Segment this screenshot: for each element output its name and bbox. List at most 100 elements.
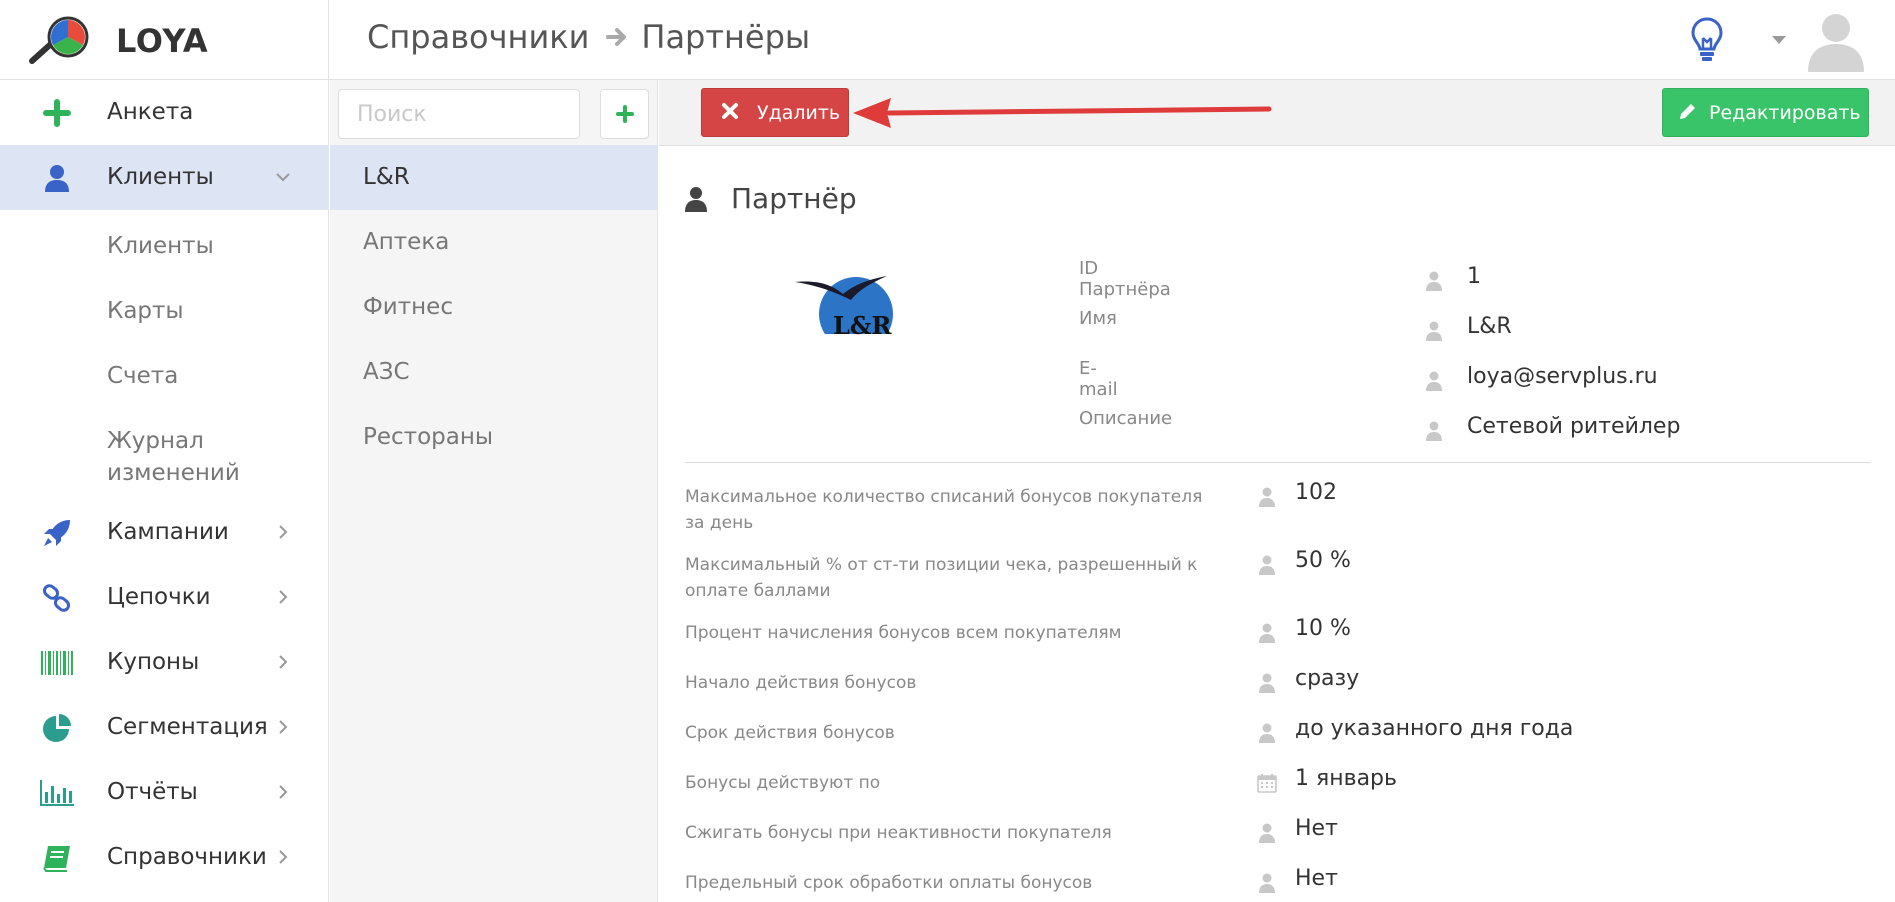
- setting-value: 1 январь: [1295, 766, 1397, 791]
- chevron-down-icon: [276, 173, 290, 182]
- sidebar-subitem-change-log[interactable]: Журнал изменений: [0, 405, 329, 500]
- edit-button[interactable]: Редактировать: [1662, 88, 1869, 137]
- field-value: loya@servplus.ru: [1467, 364, 1658, 389]
- list-item-label: Рестораны: [363, 424, 494, 450]
- setting-label: Максимальное количество списаний бонусов…: [685, 487, 1203, 533]
- sidebar-item-directories[interactable]: Справочники: [0, 825, 329, 890]
- field-value: L&R: [1467, 314, 1512, 339]
- book-icon: [40, 843, 74, 873]
- sidebar-item-label: Анкета: [107, 99, 194, 125]
- delete-button-label: Удалить: [757, 102, 841, 124]
- user-icon: [1426, 271, 1442, 291]
- field-label: E-mail: [1079, 358, 1118, 400]
- link-icon: [40, 583, 74, 613]
- setting-label: Максимальный % от ст-ти позиции чека, ра…: [685, 555, 1198, 601]
- sidebar-subitem-label: Счета: [107, 363, 179, 389]
- add-partner-button[interactable]: [600, 89, 649, 139]
- delete-button[interactable]: Удалить: [701, 88, 849, 137]
- breadcrumb: Справочники Партнёры: [367, 18, 810, 56]
- arrow-right-icon: [606, 28, 627, 46]
- setting-label: Сжигать бонусы при неактивности покупате…: [685, 823, 1112, 843]
- sidebar-item-label: Цепочки: [107, 584, 211, 610]
- setting-value: сразу: [1295, 666, 1360, 691]
- user-icon: [1259, 487, 1275, 507]
- setting-label: Предельный срок обработки оплаты бонусов: [685, 873, 1093, 893]
- avatar[interactable]: [1806, 8, 1866, 72]
- setting-value: 10 %: [1295, 616, 1351, 641]
- sidebar-subitem-label: Клиенты: [107, 233, 214, 259]
- setting-label: Бонусы действуют по: [685, 773, 881, 793]
- pencil-icon: [1680, 104, 1695, 119]
- setting-value: 102: [1295, 480, 1337, 505]
- sidebar-item-coupons[interactable]: Купоны: [0, 630, 329, 695]
- user-menu-caret-icon[interactable]: [1772, 36, 1786, 44]
- sidebar: Анкета Клиенты Клиенты Карты Счета Журна…: [0, 80, 329, 902]
- list-item-label: Аптека: [363, 229, 450, 255]
- rocket-icon: [40, 518, 74, 548]
- user-icon: [1426, 371, 1442, 391]
- user-icon: [1259, 823, 1275, 843]
- divider: [685, 462, 1871, 463]
- sidebar-item-label: Отчёты: [107, 779, 198, 805]
- sidebar-item-chains[interactable]: Цепочки: [0, 565, 329, 630]
- setting-label: Начало действия бонусов: [685, 673, 917, 693]
- partner-detail-panel: Удалить Редактировать Партнёр L&R ID Пар…: [659, 80, 1895, 902]
- bar-chart-icon: [40, 778, 74, 808]
- partner-logo-text: L&R: [833, 311, 893, 340]
- list-item[interactable]: L&R: [330, 145, 658, 210]
- user-icon: [1259, 623, 1275, 643]
- sidebar-item-reports[interactable]: Отчёты: [0, 760, 329, 825]
- partner-list-panel: L&R Аптека Фитнес АЗС Рестораны: [330, 80, 658, 902]
- pie-chart-icon: [40, 713, 74, 743]
- setting-value: до указанного дня года: [1295, 716, 1574, 741]
- list-item-label: АЗС: [363, 359, 410, 385]
- sidebar-item-clients[interactable]: Клиенты: [0, 145, 329, 210]
- sidebar-item-questionnaire[interactable]: Анкета: [0, 80, 329, 145]
- user-icon: [1259, 873, 1275, 893]
- list-item[interactable]: Рестораны: [330, 405, 658, 470]
- close-icon: [722, 103, 738, 119]
- logo-magnifier-icon: [29, 16, 89, 64]
- annotation-arrow: [853, 98, 1272, 128]
- field-label: Описание: [1079, 408, 1173, 429]
- setting-label: Процент начисления бонусов всем покупате…: [685, 623, 1122, 643]
- breadcrumb-item-partners: Партнёры: [641, 18, 811, 56]
- search-input[interactable]: [338, 89, 580, 139]
- sidebar-subitem-label: Карты: [107, 298, 184, 324]
- sidebar-subitem-accounts[interactable]: Счета: [0, 340, 329, 405]
- plus-icon: [615, 105, 634, 123]
- breadcrumb-item-directories[interactable]: Справочники: [367, 18, 589, 56]
- chevron-right-icon: [279, 525, 288, 539]
- app-name: LOYA: [116, 22, 209, 60]
- calendar-icon: [1257, 774, 1277, 793]
- sidebar-item-label: Справочники: [107, 844, 267, 870]
- list-item[interactable]: Аптека: [330, 210, 658, 275]
- setting-label: Срок действия бонусов: [685, 723, 895, 743]
- user-icon: [1426, 421, 1442, 441]
- chevron-right-icon: [279, 590, 288, 604]
- field-label: Имя: [1079, 308, 1117, 329]
- list-item[interactable]: АЗС: [330, 340, 658, 405]
- chevron-right-icon: [279, 655, 288, 669]
- user-icon: [1259, 673, 1275, 693]
- list-item[interactable]: Фитнес: [330, 275, 658, 340]
- list-item-label: L&R: [363, 164, 410, 190]
- user-icon: [40, 163, 74, 193]
- logo-area: LOYA: [0, 0, 329, 80]
- sidebar-item-campaigns[interactable]: Кампании: [0, 500, 329, 565]
- sidebar-item-label: Сегментация: [107, 714, 268, 740]
- sidebar-item-label: Клиенты: [107, 164, 214, 190]
- sidebar-subitem-clients[interactable]: Клиенты: [0, 210, 329, 275]
- top-bar: LOYA Справочники Партнёры: [0, 0, 1895, 80]
- chevron-right-icon: [279, 785, 288, 799]
- lightbulb-icon[interactable]: [1690, 16, 1724, 62]
- section-title: Партнёр: [731, 182, 857, 215]
- list-item-label: Фитнес: [363, 294, 453, 320]
- sidebar-item-segmentation[interactable]: Сегментация: [0, 695, 329, 760]
- field-value: Сетевой ритейлер: [1467, 414, 1681, 439]
- plus-icon: [40, 98, 74, 128]
- partner-logo: L&R: [787, 276, 897, 342]
- sidebar-item-label: Купоны: [107, 649, 200, 675]
- sidebar-subitem-cards[interactable]: Карты: [0, 275, 329, 340]
- edit-button-label: Редактировать: [1709, 102, 1861, 124]
